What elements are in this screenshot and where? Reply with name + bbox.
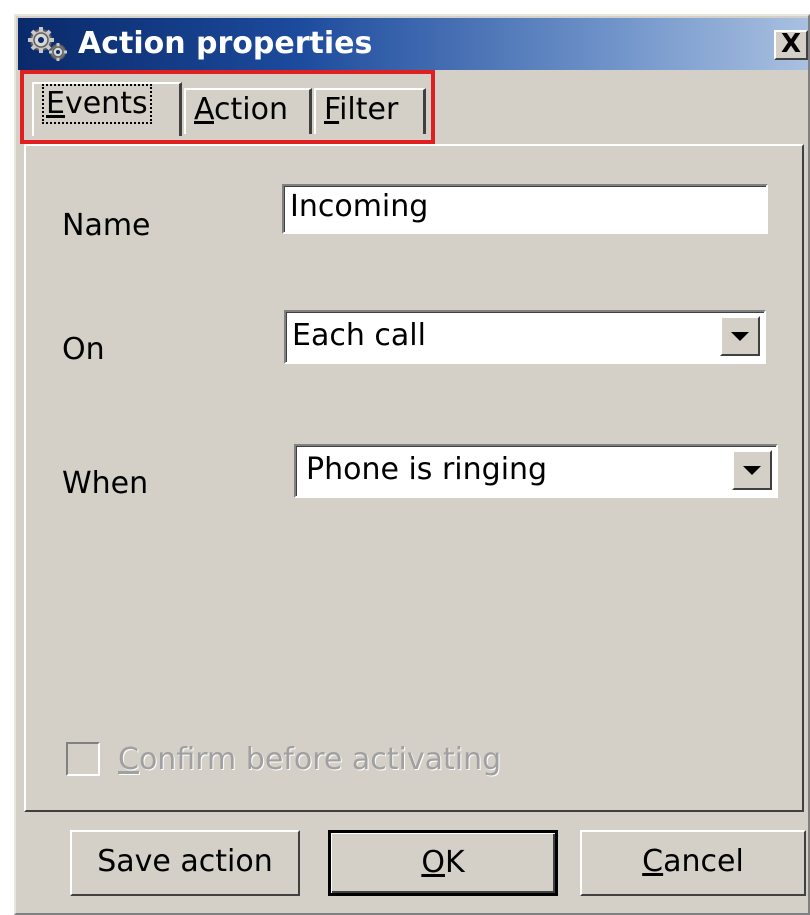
chevron-down-icon[interactable]: [720, 316, 760, 356]
when-select[interactable]: Phone is ringing: [294, 444, 778, 498]
tab-events-label: Events: [42, 84, 152, 124]
confirm-label: Confirm before activating: [118, 742, 502, 777]
tab-action-label-first: A: [194, 92, 214, 127]
tab-action-label: ction: [214, 92, 288, 127]
action-properties-dialog: Action properties X Events Action Filter…: [14, 14, 810, 915]
tab-action[interactable]: Action: [184, 88, 312, 134]
window-title: Action properties: [78, 26, 373, 61]
name-label: Name: [62, 208, 151, 243]
close-button[interactable]: X: [774, 30, 808, 60]
on-select-value: Each call: [292, 318, 426, 353]
name-input[interactable]: Incoming: [282, 184, 768, 234]
tab-filter-label: ilter: [339, 92, 399, 127]
ok-button[interactable]: OK: [328, 830, 558, 896]
cancel-button[interactable]: Cancel: [580, 830, 806, 896]
close-icon: X: [780, 29, 802, 59]
when-select-value: Phone is ringing: [306, 452, 548, 487]
events-panel: Name Incoming On Each call When Phone is…: [24, 144, 804, 812]
on-label: On: [62, 332, 105, 367]
tab-events[interactable]: Events: [32, 82, 182, 136]
when-label: When: [62, 466, 149, 501]
chevron-down-icon[interactable]: [732, 450, 772, 490]
title-bar[interactable]: Action properties X: [18, 18, 808, 70]
on-select[interactable]: Each call: [284, 310, 766, 364]
tab-filter[interactable]: Filter: [314, 88, 426, 134]
tab-filter-label-first: F: [324, 92, 340, 127]
confirm-checkbox[interactable]: [66, 742, 100, 776]
gears-icon: [28, 27, 67, 61]
save-action-button[interactable]: Save action: [70, 830, 300, 896]
tab-strip: Events Action Filter: [32, 76, 472, 146]
